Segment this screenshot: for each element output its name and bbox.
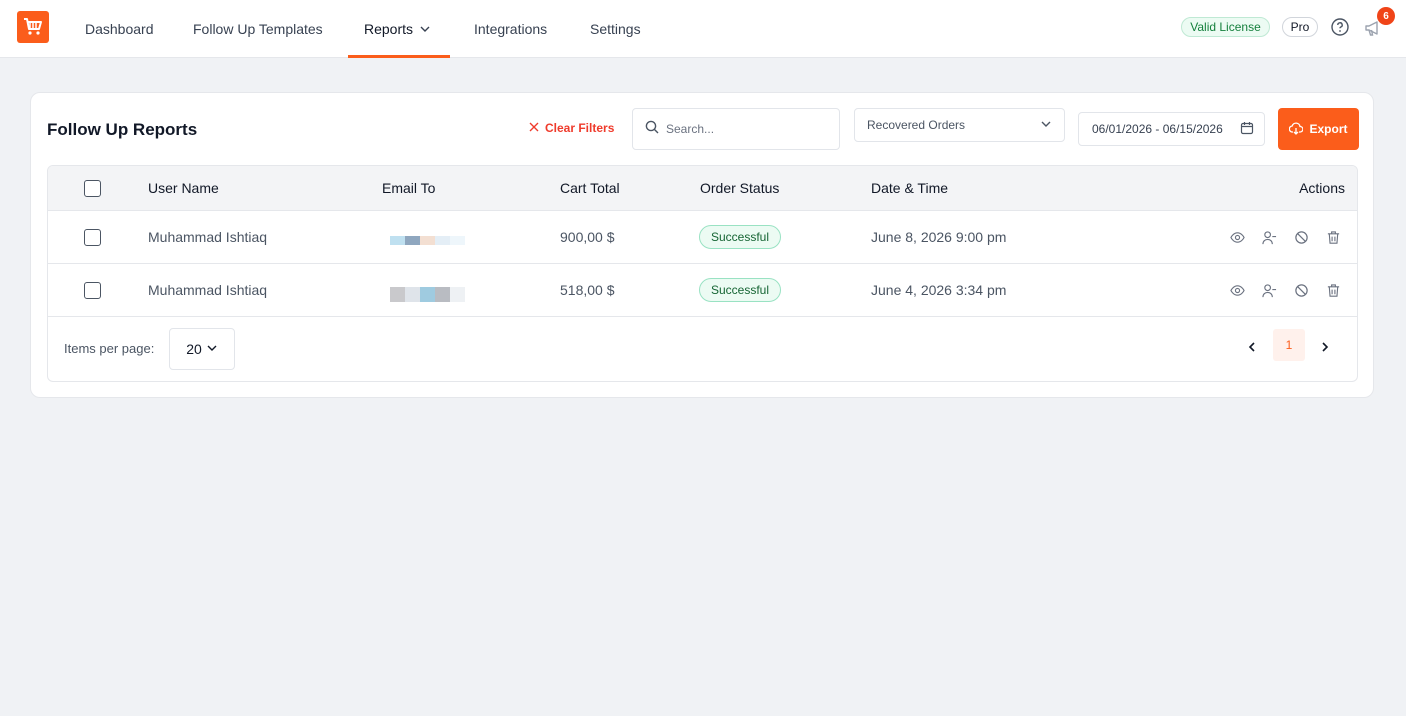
order-status-cell: Successful [699, 264, 782, 316]
license-status-badge: Valid License [1181, 17, 1270, 37]
export-button[interactable]: Export [1278, 108, 1359, 150]
user-name-cell: Muhammad Ishtiaq [148, 282, 268, 298]
chevron-down-icon [419, 23, 431, 35]
cart-total-cell: 518,00 $ [560, 282, 615, 298]
delete-trash-icon[interactable] [1326, 283, 1341, 298]
column-header-date-time[interactable]: Date & Time [871, 166, 948, 210]
row-checkbox[interactable] [84, 228, 101, 246]
email-redacted-cell [390, 264, 465, 316]
nav-settings[interactable]: Settings [590, 0, 641, 58]
date-range-value: 06/01/2026 - 06/15/2026 [1092, 122, 1223, 136]
status-badge: Successful [699, 225, 782, 249]
email-redacted-cell [390, 211, 465, 263]
export-label: Export [1309, 122, 1348, 136]
row-checkbox[interactable] [84, 281, 101, 299]
row-actions [1230, 211, 1341, 263]
pagination-next-chevron-right-icon[interactable] [1317, 339, 1333, 355]
calendar-icon [1240, 121, 1254, 138]
order-type-filter-select[interactable]: Recovered Orders [854, 108, 1065, 142]
table-row: Muhammad Ishtiaq 518,00 $ Successful Jun… [48, 264, 1357, 317]
row-actions [1230, 264, 1341, 316]
view-eye-icon[interactable] [1230, 230, 1245, 245]
remove-user-icon[interactable] [1262, 283, 1277, 298]
follow-up-reports-card: Follow Up Reports Clear Filters Recovere… [30, 92, 1374, 398]
table-header: User Name Email To Cart Total Order Stat… [48, 166, 1357, 211]
search-icon [645, 120, 659, 139]
redacted-email [390, 286, 465, 302]
search-input[interactable] [666, 122, 816, 136]
table-footer: Items per page: 20 1 [48, 317, 1357, 381]
nav-dashboard[interactable]: Dashboard [85, 0, 154, 58]
items-per-page-value: 20 [186, 341, 202, 357]
chevron-down-icon [206, 341, 218, 357]
nav-follow-up-templates[interactable]: Follow Up Templates [193, 0, 323, 58]
app-logo-cart-icon[interactable] [17, 11, 49, 43]
column-header-email-to[interactable]: Email To [382, 166, 435, 210]
block-icon[interactable] [1294, 283, 1309, 298]
status-badge: Successful [699, 278, 782, 302]
close-icon [529, 121, 539, 135]
view-eye-icon[interactable] [1230, 283, 1245, 298]
table-row: Muhammad Ishtiaq 900,00 $ Successful Jun… [48, 211, 1357, 264]
active-tab-indicator [348, 55, 450, 58]
date-time-cell: June 4, 2026 3:34 pm [871, 282, 1007, 298]
cart-total-cell: 900,00 $ [560, 229, 615, 245]
select-all-checkbox-cell [84, 166, 101, 210]
row-checkbox-cell [84, 211, 101, 263]
delete-trash-icon[interactable] [1326, 230, 1341, 245]
plan-badge: Pro [1282, 17, 1318, 37]
notification-count-badge: 6 [1377, 7, 1395, 25]
top-navigation-bar: Dashboard Follow Up Templates Reports In… [0, 0, 1406, 58]
column-header-actions: Actions [1299, 180, 1345, 196]
remove-user-icon[interactable] [1262, 230, 1277, 245]
clear-filters-button[interactable]: Clear Filters [529, 121, 614, 135]
pagination-current-page[interactable]: 1 [1273, 329, 1305, 361]
nav-reports[interactable]: Reports [364, 0, 431, 58]
user-name-cell: Muhammad Ishtiaq [148, 229, 268, 245]
order-type-selected-value: Recovered Orders [867, 118, 966, 132]
pagination-prev-chevron-left-icon[interactable] [1244, 339, 1260, 355]
reports-table: User Name Email To Cart Total Order Stat… [47, 165, 1358, 382]
block-icon[interactable] [1294, 230, 1309, 245]
cloud-download-icon [1289, 121, 1304, 138]
date-time-cell: June 8, 2026 9:00 pm [871, 229, 1007, 245]
order-status-cell: Successful [699, 211, 782, 263]
nav-integrations[interactable]: Integrations [474, 0, 547, 58]
nav-reports-label: Reports [364, 21, 414, 37]
redacted-email [390, 235, 465, 245]
row-checkbox-cell [84, 264, 101, 316]
chevron-down-icon [1040, 118, 1052, 133]
items-per-page-label: Items per page: [64, 341, 155, 356]
help-icon[interactable] [1330, 17, 1350, 37]
date-range-picker[interactable]: 06/01/2026 - 06/15/2026 [1078, 112, 1265, 146]
column-header-user-name[interactable]: User Name [148, 166, 219, 210]
column-header-cart-total[interactable]: Cart Total [560, 166, 620, 210]
items-per-page-select[interactable]: 20 [169, 328, 235, 370]
select-all-checkbox[interactable] [84, 179, 101, 197]
search-box[interactable] [632, 108, 840, 150]
clear-filters-label: Clear Filters [545, 121, 615, 135]
column-header-order-status[interactable]: Order Status [700, 166, 779, 210]
page-title: Follow Up Reports [47, 120, 198, 139]
